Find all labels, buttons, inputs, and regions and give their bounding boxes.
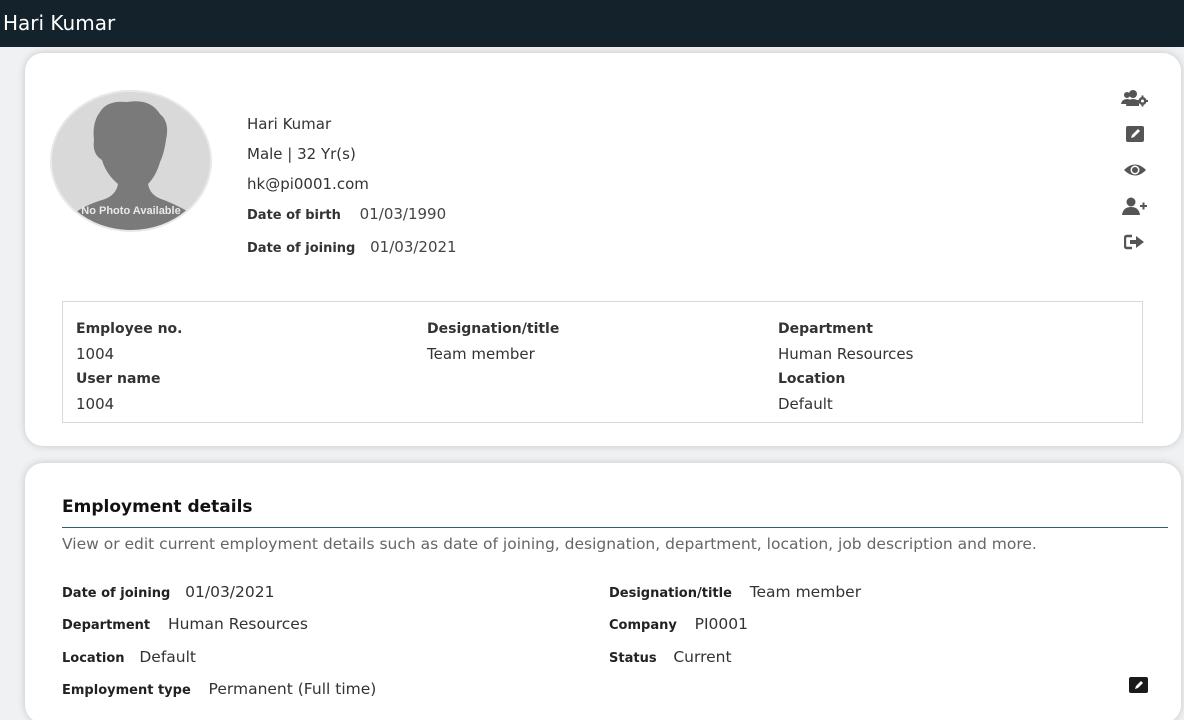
summary-location: Location Default (778, 367, 845, 417)
detail-date-of-joining: Date of joining 01/03/2021 (62, 583, 274, 601)
profile-actions (1121, 80, 1149, 260)
edit-icon (1126, 126, 1144, 142)
add-user-button[interactable] (1121, 188, 1149, 224)
employment-details-card: Employment details View or edit current … (25, 463, 1181, 720)
location-label: Location (778, 371, 846, 387)
manage-users-button[interactable] (1121, 80, 1149, 116)
employment-details-description: View or edit current employment details … (62, 535, 1037, 553)
detail-label: Employment type (62, 683, 191, 698)
avatar: No Photo Available (50, 90, 212, 232)
avatar-placeholder-text: No Photo Available (81, 205, 181, 217)
detail-company: Company PI0001 (609, 615, 748, 633)
detail-value: Current (673, 648, 732, 666)
profile-dob: Date of birth 01/03/1990 (247, 205, 457, 238)
detail-value: 01/03/2021 (185, 583, 275, 601)
username-label: User name (76, 371, 161, 387)
employment-details-title: Employment details (62, 497, 253, 517)
detail-label: Designation/title (609, 586, 732, 601)
view-profile-button[interactable] (1121, 152, 1149, 188)
edit-icon (1134, 681, 1143, 689)
department-value: Human Resources (778, 345, 914, 363)
detail-label: Company (609, 618, 677, 633)
detail-department: Department Human Resources (62, 615, 308, 633)
doj-label: Date of joining (247, 241, 356, 256)
page-header: Hari Kumar (0, 0, 1184, 47)
profile-doj: Date of joining 01/03/2021 (247, 238, 457, 268)
designation-label: Designation/title (427, 321, 560, 337)
users-gear-icon (1121, 90, 1148, 107)
location-value: Default (778, 395, 833, 413)
employee-summary: Employee no. 1004 Designation/title Team… (62, 301, 1143, 423)
detail-value: Default (139, 648, 196, 666)
detail-value: PI0001 (694, 615, 748, 633)
dob-label: Date of birth (247, 208, 341, 223)
detail-value: Human Resources (167, 615, 308, 633)
eye-icon (1124, 164, 1146, 176)
employee-no-value: 1004 (76, 345, 115, 363)
detail-location: Location Default (62, 648, 196, 666)
profile-card: No Photo Available Hari Kumar Male | 32 … (25, 53, 1181, 446)
sign-out-button[interactable] (1121, 224, 1149, 260)
sign-out-icon (1124, 234, 1144, 250)
doj-value: 01/03/2021 (370, 238, 457, 256)
profile-info: Hari Kumar Male | 32 Yr(s) hk@pi0001.com… (247, 115, 457, 268)
dob-value: 01/03/1990 (359, 205, 447, 223)
edit-employment-button[interactable] (1129, 677, 1148, 693)
employee-no-label: Employee no. (76, 321, 183, 337)
department-label: Department (778, 321, 873, 337)
summary-employee-no: Employee no. 1004 (76, 317, 182, 367)
gender-age-text: Male | 32 Yr(s) (247, 145, 356, 163)
profile-gender-age: Male | 32 Yr(s) (247, 145, 457, 175)
profile-name-text: Hari Kumar (247, 115, 332, 133)
email-text: hk@pi0001.com (247, 175, 369, 193)
section-divider (62, 527, 1168, 528)
detail-designation: Designation/title Team member (609, 583, 861, 601)
username-value: 1004 (76, 395, 115, 413)
detail-value: Permanent (Full time) (208, 680, 377, 698)
summary-username: User name 1004 (76, 367, 160, 417)
header-title: Hari Kumar (3, 11, 116, 35)
detail-label: Status (609, 651, 657, 666)
edit-profile-button[interactable] (1121, 116, 1149, 152)
user-plus-icon (1122, 197, 1147, 215)
detail-label: Location (62, 651, 125, 666)
detail-label: Date of joining (62, 586, 171, 601)
detail-value: Team member (749, 583, 862, 601)
detail-status: Status Current (609, 648, 732, 666)
summary-designation: Designation/title Team member (427, 317, 559, 367)
detail-employment-type: Employment type Permanent (Full time) (62, 680, 376, 698)
summary-department: Department Human Resources (778, 317, 913, 367)
profile-email: hk@pi0001.com (247, 175, 457, 205)
detail-label: Department (62, 618, 151, 633)
profile-name: Hari Kumar (247, 115, 457, 145)
designation-value: Team member (427, 345, 535, 363)
